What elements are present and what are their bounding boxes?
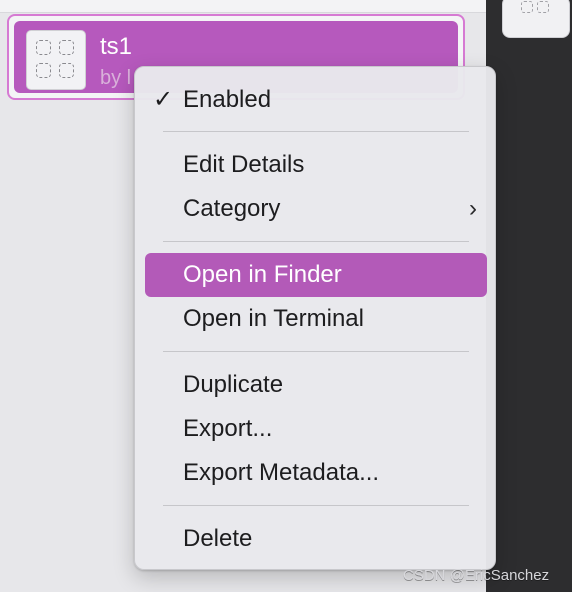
partial-extension-card[interactable] xyxy=(502,0,570,38)
menu-item-label: Edit Details xyxy=(183,151,305,178)
checkmark-icon: ✓ xyxy=(153,86,174,113)
menu-separator xyxy=(163,131,469,132)
menu-item-open-in-finder[interactable]: Open in Finder xyxy=(145,253,487,297)
menu-item-label: Duplicate xyxy=(183,371,284,398)
context-menu: ✓ Enabled Edit Details Category › Open i… xyxy=(134,66,496,570)
extension-name: ts1 xyxy=(100,33,133,60)
placeholder-grid-icon xyxy=(521,1,551,21)
menu-item-label: Export Metadata... xyxy=(183,459,380,486)
menu-item-export[interactable]: Export... xyxy=(145,407,487,451)
menu-item-open-in-terminal[interactable]: Open in Terminal xyxy=(145,297,487,341)
extension-author: by l xyxy=(100,67,132,89)
menu-item-category[interactable]: Category › xyxy=(145,187,487,231)
menu-item-delete[interactable]: Delete xyxy=(145,517,487,561)
grid-placeholder-icon xyxy=(36,40,76,80)
menu-item-label: Enabled xyxy=(183,86,272,113)
menu-item-enabled[interactable]: ✓ Enabled xyxy=(145,78,487,122)
menu-item-export-metadata[interactable]: Export Metadata... xyxy=(145,451,487,495)
menu-separator xyxy=(163,505,469,506)
menu-separator xyxy=(163,351,469,352)
menu-item-label: Open in Terminal xyxy=(183,305,364,332)
menu-item-label: Category xyxy=(183,195,281,222)
watermark: CSDN @EricSanchez xyxy=(403,567,550,584)
chevron-right-icon: › xyxy=(469,195,477,222)
menu-item-duplicate[interactable]: Duplicate xyxy=(145,363,487,407)
menu-item-label: Open in Finder xyxy=(183,261,342,288)
menu-item-label: Export... xyxy=(183,415,273,442)
app-window: ts1 by l ✓ Enabled Edit Details Category… xyxy=(0,0,572,592)
menu-item-edit-details[interactable]: Edit Details xyxy=(145,143,487,187)
top-divider xyxy=(0,0,486,13)
menu-separator xyxy=(163,241,469,242)
extension-placeholder-icon xyxy=(26,30,86,90)
right-panel xyxy=(486,0,572,592)
menu-item-label: Delete xyxy=(183,525,253,552)
